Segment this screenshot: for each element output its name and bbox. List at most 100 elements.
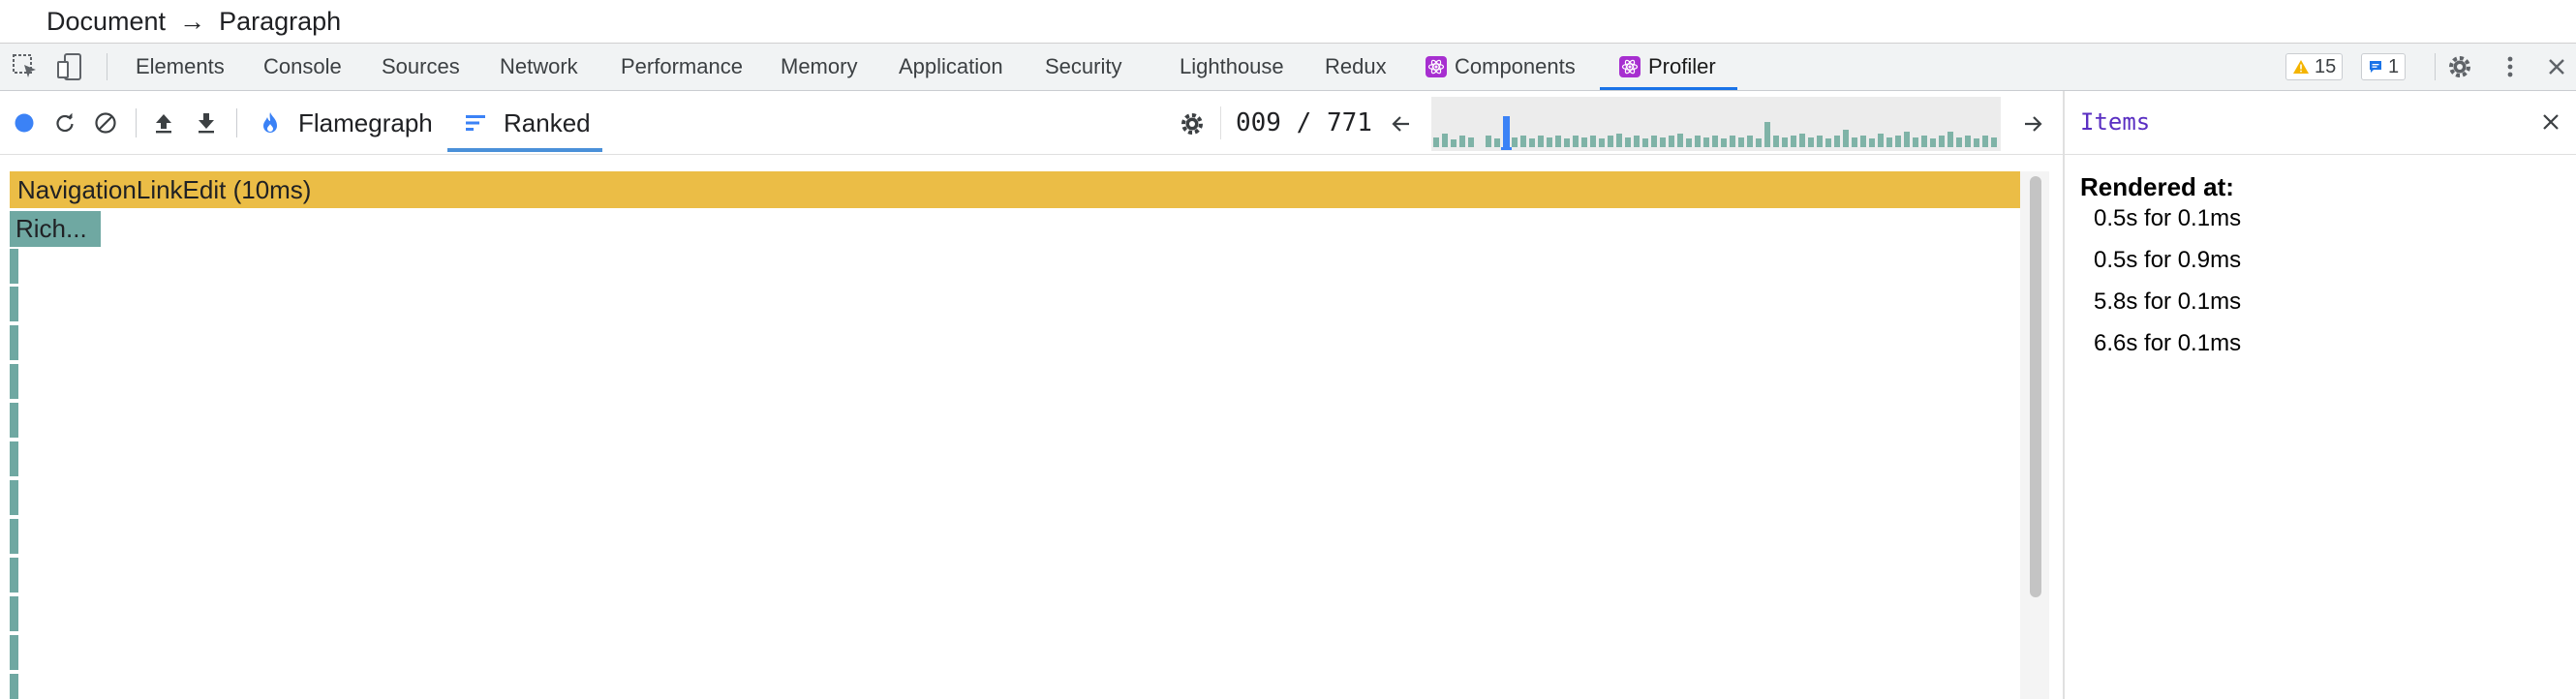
ranked-bar-label: Rich...: [15, 214, 87, 243]
ranked-bar-small[interactable]: [10, 287, 18, 321]
selected-component-panel: Items Rendered at: 0.5s for 0.1ms 0.5s f…: [2063, 91, 2576, 699]
tab-label: Console: [263, 54, 342, 78]
tab-elements[interactable]: Elements: [136, 44, 225, 90]
inspect-element-icon[interactable]: [10, 51, 41, 82]
clear-icon: [95, 112, 116, 134]
warnings-badge[interactable]: 15: [2285, 53, 2344, 80]
tab-components[interactable]: Components: [1426, 44, 1576, 90]
tab-label: Profiler: [1648, 54, 1716, 78]
chart-scrollbar-thumb[interactable]: [2030, 176, 2041, 597]
ranked-chart-icon: [463, 110, 488, 136]
ranked-bar-navigationlinkedit[interactable]: NavigationLinkEdit (10ms): [10, 171, 2020, 208]
ranked-bar-small[interactable]: [10, 325, 18, 360]
tab-network[interactable]: Network: [500, 44, 578, 90]
ranked-chart: NavigationLinkEdit (10ms) Rich...: [0, 155, 2063, 699]
toolbar-divider: [1220, 106, 1221, 139]
warning-icon: [2293, 60, 2309, 74]
ranked-bar-small[interactable]: [10, 519, 18, 554]
settings-gear-icon[interactable]: [2444, 51, 2475, 82]
rendered-at-label: Rendered at:: [2080, 172, 2234, 201]
toolbar-divider: [136, 108, 137, 137]
react-icon: [1426, 56, 1447, 77]
download-icon: [199, 113, 214, 134]
ranked-bar-small[interactable]: [10, 674, 18, 699]
side-panel-title: Items: [2080, 108, 2151, 136]
tab-label: Lighthouse: [1180, 54, 1284, 78]
tab-performance[interactable]: Performance: [621, 44, 743, 90]
device-toolbar-icon[interactable]: [54, 51, 85, 82]
close-panel-icon[interactable]: [2535, 106, 2566, 137]
message-icon: [2370, 61, 2381, 73]
tab-profiler[interactable]: Profiler: [1619, 44, 1716, 90]
selected-commit-bar: [1503, 116, 1510, 147]
breadcrumb-document[interactable]: Document: [46, 7, 166, 37]
previous-commit-button[interactable]: [1387, 109, 1416, 138]
render-entry[interactable]: 0.5s for 0.9ms: [2094, 247, 2241, 274]
tab-console[interactable]: Console: [263, 44, 342, 90]
devtools-tab-bar: Elements Console Sources Network Perform…: [0, 43, 2576, 91]
tab-lighthouse[interactable]: Lighthouse: [1180, 44, 1284, 90]
tab-security[interactable]: Security: [1045, 44, 1121, 90]
ranked-bar-small[interactable]: [10, 480, 18, 515]
render-entry[interactable]: 0.5s for 0.1ms: [2094, 205, 2241, 232]
ranked-bar-small[interactable]: [10, 635, 18, 670]
commit-current: 009: [1236, 108, 1281, 137]
arrow-left-icon: [1392, 116, 1409, 132]
toolbar-divider: [236, 108, 237, 137]
tab-sources[interactable]: Sources: [382, 44, 460, 90]
commit-separator: /: [1280, 108, 1327, 137]
profiler-toolbar: Flamegraph Ranked 009 / 771: [0, 91, 2063, 155]
save-profile-button[interactable]: [194, 110, 219, 136]
tab-label: Memory: [781, 54, 858, 78]
toolbar-divider: [2435, 53, 2436, 80]
tab-label: Security: [1045, 54, 1122, 78]
breadcrumb-paragraph[interactable]: Paragraph: [219, 7, 341, 37]
load-profile-button[interactable]: [151, 110, 176, 136]
messages-badge[interactable]: 1: [2361, 53, 2407, 80]
next-commit-button[interactable]: [2018, 109, 2047, 138]
render-entry[interactable]: 5.8s for 0.1ms: [2094, 289, 2241, 316]
profiler-settings-gear-icon[interactable]: [1178, 109, 1207, 138]
tab-label: Redux: [1325, 54, 1387, 78]
upload-icon: [156, 114, 171, 134]
commit-total: 771: [1326, 108, 1372, 137]
ranked-bar-small[interactable]: [10, 441, 18, 476]
ranked-bar-small[interactable]: [10, 596, 18, 631]
warnings-count: 15: [2315, 55, 2337, 77]
record-icon: [15, 113, 34, 133]
commit-counter: 009 / 771: [1236, 108, 1372, 137]
reload-icon: [56, 112, 74, 133]
more-options-icon[interactable]: [2495, 51, 2526, 82]
ranked-bar-small[interactable]: [10, 249, 18, 284]
ranked-tab[interactable]: Ranked: [504, 108, 591, 138]
record-button[interactable]: [12, 110, 37, 136]
ranked-active-indicator: [447, 148, 602, 152]
tab-label: Application: [899, 54, 1003, 78]
tab-label: Sources: [382, 54, 460, 78]
tab-label: Elements: [136, 54, 225, 78]
react-icon: [1619, 56, 1641, 77]
breadcrumb: Document → Paragraph: [0, 0, 2576, 43]
tab-label: Performance: [621, 54, 743, 78]
commit-selector-strip[interactable]: [1431, 97, 2001, 151]
tab-label: Components: [1455, 54, 1576, 78]
reload-and-profile-button[interactable]: [52, 110, 77, 136]
active-tab-indicator: [1600, 87, 1737, 90]
side-panel-header: Items: [2065, 91, 2576, 155]
tab-label: Network: [500, 54, 578, 78]
ranked-bar-small[interactable]: [10, 364, 18, 399]
tab-memory[interactable]: Memory: [781, 44, 857, 90]
ranked-bar-small[interactable]: [10, 403, 18, 438]
tab-redux[interactable]: Redux: [1325, 44, 1387, 90]
arrow-right-icon: →: [179, 6, 206, 36]
tab-application[interactable]: Application: [899, 44, 1003, 90]
ranked-bar-label: NavigationLinkEdit (10ms): [17, 174, 312, 204]
flamegraph-flame-icon: [258, 110, 283, 136]
ranked-bar-rich[interactable]: Rich...: [10, 211, 101, 247]
ranked-bar-small[interactable]: [10, 558, 18, 593]
arrow-right-icon: [2025, 116, 2042, 132]
render-entry[interactable]: 6.6s for 0.1ms: [2094, 330, 2241, 357]
clear-profiling-data-button[interactable]: [93, 110, 118, 136]
close-devtools-icon[interactable]: [2541, 51, 2572, 82]
flamegraph-tab[interactable]: Flamegraph: [298, 108, 433, 138]
